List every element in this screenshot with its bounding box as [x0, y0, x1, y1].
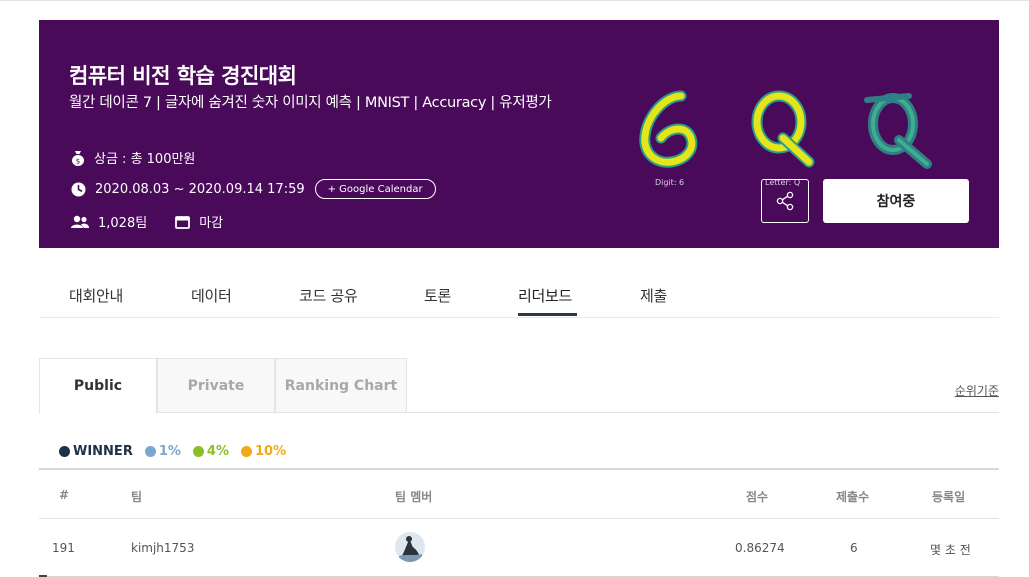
- noisy-q-image: [864, 93, 932, 169]
- row-submissions: 6: [850, 541, 858, 555]
- col-rank: #: [59, 488, 70, 502]
- table-header: # 팀 팀 멤버 점수 제출수 등록일: [39, 468, 999, 519]
- row-rank: 191: [52, 541, 75, 555]
- competition-nav: 대회안내 데이터 코드 공유 토론 리더보드 제출: [39, 270, 999, 318]
- legend-label: WINNER: [73, 444, 133, 459]
- digit-six-image: [639, 90, 698, 168]
- row-registered: 몇 초 전: [930, 543, 971, 557]
- letter-q-image: [751, 90, 815, 168]
- join-button[interactable]: 참여중: [823, 179, 969, 223]
- col-registered: 등록일: [932, 490, 966, 504]
- tab-submit[interactable]: 제출: [640, 285, 667, 306]
- tab-private[interactable]: Private: [157, 358, 275, 413]
- col-team: 팀: [131, 490, 143, 504]
- legend-winner: WINNER: [59, 444, 133, 459]
- team-count: 1,028팀: [98, 216, 148, 231]
- period-text: 2020.08.03 ~ 2020.09.14 17:59: [95, 181, 305, 197]
- legend-label: 1%: [158, 444, 181, 459]
- col-submissions: 제출수: [836, 490, 870, 504]
- table-row[interactable]: 191 kimjh1753 0.86274 6 몇 초 전: [39, 519, 999, 577]
- period-row: 2020.08.03 ~ 2020.09.14 17:59 + Google C…: [71, 179, 436, 199]
- calendar-icon: [175, 215, 191, 229]
- top-divider: [0, 0, 1029, 1]
- leaderboard-tabs: Public Private Ranking Chart 순위기준: [39, 358, 999, 414]
- col-score: 점수: [746, 490, 769, 504]
- people-icon: [71, 215, 89, 228]
- competition-banner: 컴퓨터 비전 학습 경진대회 월간 데이콘 7 | 글자에 숨겨진 숫자 이미지…: [39, 20, 999, 248]
- avatar[interactable]: [395, 532, 425, 562]
- clock-icon: [71, 182, 86, 196]
- legend-label: 4%: [206, 444, 229, 459]
- top-1-dot: [144, 446, 156, 457]
- col-members: 팀 멤버: [395, 490, 433, 504]
- team-status-row: 1,028팀 마감: [71, 212, 223, 231]
- row-team[interactable]: kimjh1753: [131, 541, 194, 555]
- competition-subtitle: 월간 데이콘 7 | 글자에 숨겨진 숫자 이미지 예측 | MNIST | A…: [69, 95, 552, 111]
- ranking-criteria-link[interactable]: 순위기준: [955, 382, 999, 399]
- share-button[interactable]: [761, 179, 809, 223]
- row-score: 0.86274: [735, 541, 785, 555]
- prize-text: 상금 : 총 100만원: [94, 152, 196, 167]
- tab-code-share[interactable]: 코드 공유: [299, 285, 358, 306]
- digit-caption: Digit: 6: [655, 178, 685, 187]
- legend-top-4: 4%: [192, 444, 229, 459]
- top-10-dot: [240, 446, 252, 457]
- member-avatar-image: [395, 532, 425, 562]
- competition-title: 컴퓨터 비전 학습 경진대회: [69, 64, 297, 88]
- tab-discussion[interactable]: 토론: [424, 285, 451, 306]
- tab-leaderboard[interactable]: 리더보드: [518, 285, 572, 306]
- leaderboard-table: # 팀 팀 멤버 점수 제출수 등록일 191 kimjh1753 0.8627…: [39, 468, 999, 577]
- competition-status: 마감: [199, 216, 224, 231]
- tab-public[interactable]: Public: [39, 358, 157, 414]
- share-icon: [776, 191, 794, 211]
- legend-top-1: 1%: [144, 444, 181, 459]
- legend-top-10: 10%: [240, 444, 287, 459]
- tab-overview[interactable]: 대회안내: [69, 285, 123, 306]
- money-bag-icon: $: [72, 150, 84, 166]
- prize-row: $ 상금 : 총 100만원: [71, 148, 195, 167]
- active-tab-indicator: [518, 313, 577, 316]
- svg-text:$: $: [76, 157, 80, 165]
- top-4-dot: [192, 446, 204, 457]
- tab-ranking-chart[interactable]: Ranking Chart: [275, 358, 407, 413]
- winner-dot: [59, 446, 70, 457]
- google-calendar-button[interactable]: + Google Calendar: [314, 179, 436, 199]
- rank-legend: WINNER 1% 4% 10%: [59, 444, 298, 459]
- legend-label: 10%: [254, 444, 287, 459]
- tab-data[interactable]: 데이터: [191, 285, 232, 306]
